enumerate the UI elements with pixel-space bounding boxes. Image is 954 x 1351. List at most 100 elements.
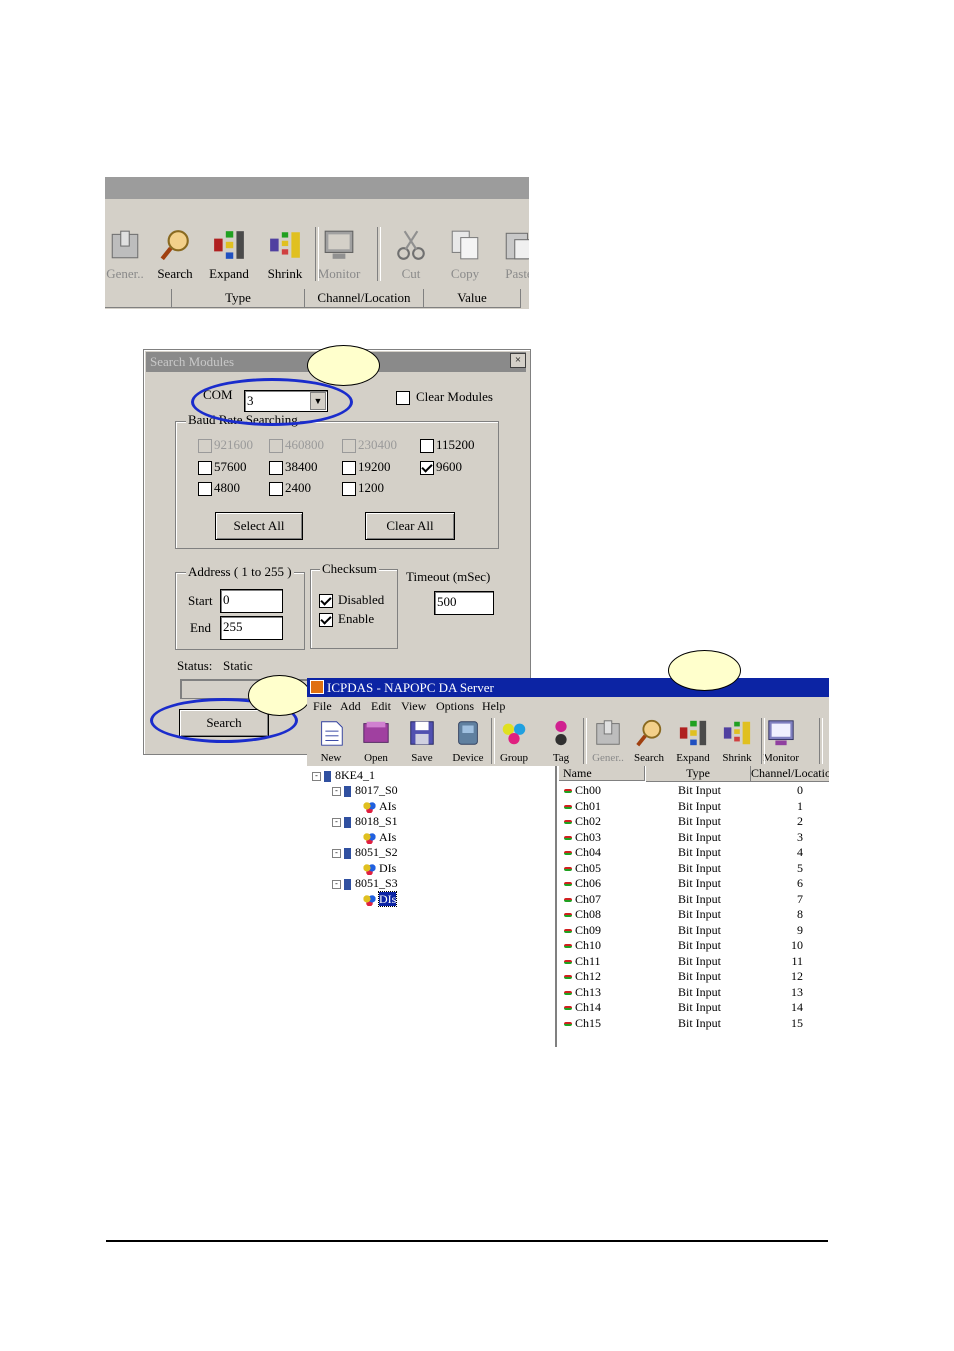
baud-2400-checkbox[interactable] [269, 482, 283, 496]
tree-group-ais[interactable]: AIs [363, 830, 396, 845]
list-row-name[interactable]: Ch12 [564, 969, 601, 985]
open-button[interactable]: Open [354, 717, 398, 764]
baud-rate-label: 38400 [285, 459, 318, 474]
tag-icon [564, 789, 572, 794]
menu-file[interactable]: File [313, 697, 332, 716]
tag-channel: 0 [797, 783, 803, 797]
device-button[interactable]: Device [446, 717, 490, 764]
tree-module-8051_s3[interactable]: - 8051_S3 [332, 876, 398, 891]
close-button[interactable]: × [510, 353, 526, 368]
save-icon [400, 717, 444, 752]
start-label: Start [188, 593, 213, 608]
menu-options[interactable]: Options [436, 697, 474, 716]
tag-icon [564, 835, 572, 840]
search-button[interactable]: Search [627, 717, 671, 764]
baud-115200-checkbox[interactable] [420, 439, 434, 453]
collapse-icon[interactable]: - [312, 771, 321, 781]
toolbar-button-label: Save [411, 752, 433, 764]
collapse-icon[interactable]: - [332, 879, 341, 889]
timeout-input[interactable]: 500 [434, 591, 494, 615]
column-header-type[interactable]: Type [172, 289, 305, 308]
monitor-button[interactable]: Monitor [759, 717, 803, 764]
tree-group-dis[interactable]: DIs [363, 891, 398, 907]
baud-4800-checkbox[interactable] [198, 482, 212, 496]
group-button[interactable]: Group [492, 717, 536, 764]
end-address-input[interactable]: 255 [220, 616, 283, 640]
tag-name: Ch02 [575, 814, 602, 828]
group-icon [363, 801, 376, 813]
menu-add[interactable]: Add [340, 697, 361, 716]
tree-group-ais[interactable]: AIs [363, 799, 396, 814]
tree-module-8017_s0[interactable]: - 8017_S0 [332, 783, 398, 798]
search-toolbar-button[interactable]: Search [149, 228, 201, 282]
paste-toolbar-button[interactable]: Paste [493, 228, 529, 282]
list-row-name[interactable]: Ch04 [564, 845, 601, 861]
clear-modules-checkbox[interactable] [396, 391, 410, 405]
toolbar-separator [377, 227, 381, 281]
tag-channel: 7 [797, 891, 803, 906]
list-header-type[interactable]: Type [646, 766, 751, 782]
list-row-name[interactable]: Ch05 [564, 861, 601, 877]
clear-all-button[interactable]: Clear All [365, 512, 455, 540]
list-header-channel[interactable]: Channel/Locatio [751, 766, 829, 782]
menu-help[interactable]: Help [482, 697, 505, 716]
checksum-enable-checkbox[interactable] [319, 613, 333, 627]
tag-button[interactable]: Tag [539, 717, 583, 764]
tree-module-8018_s1[interactable]: - 8018_S1 [332, 814, 398, 829]
gener-button[interactable]: Gener.. [586, 717, 630, 764]
toolbar-button-label: Gener.. [106, 266, 144, 281]
collapse-icon[interactable]: - [332, 848, 341, 858]
column-header-channel[interactable]: Channel/Location [305, 289, 424, 308]
checksum-disabled-checkbox[interactable] [319, 594, 333, 608]
new-button[interactable]: New [309, 717, 353, 764]
baud-38400-checkbox[interactable] [269, 461, 283, 475]
list-row-name[interactable]: Ch10 [564, 938, 601, 954]
column-header-value[interactable]: Value [424, 289, 521, 308]
list-row-name[interactable]: Ch02 [564, 814, 601, 830]
checksum-enable-label: Enable [338, 611, 375, 626]
list-row-name[interactable]: Ch06 [564, 876, 601, 892]
list-row-name[interactable]: Ch13 [564, 985, 601, 1001]
baud-rate-label: 921600 [214, 437, 253, 452]
toolbar-button-label: Copy [450, 266, 480, 281]
list-row-name[interactable]: Ch03 [564, 830, 601, 846]
list-row-name[interactable]: Ch15 [564, 1016, 601, 1032]
expand-button[interactable]: Expand [671, 717, 715, 764]
list-row-name[interactable]: Ch09 [564, 923, 601, 939]
device-icon [344, 878, 351, 890]
column-header-name[interactable] [105, 289, 172, 308]
tree-root[interactable]: - 8KE4_1 [312, 768, 375, 783]
tree-module-8051_s2[interactable]: - 8051_S2 [332, 845, 398, 860]
list-row-name[interactable]: Ch00 [564, 783, 601, 799]
copy-toolbar-button[interactable]: Copy [439, 228, 491, 282]
tag-type: Bit Input [678, 845, 722, 859]
save-button[interactable]: Save [400, 717, 444, 764]
baud-1200-checkbox[interactable] [342, 482, 356, 496]
start-address-input[interactable]: 0 [220, 589, 283, 613]
menu-edit[interactable]: Edit [371, 697, 391, 716]
list-row-name[interactable]: Ch07 [564, 892, 601, 908]
monitor-toolbar-button[interactable]: Monitor [313, 228, 365, 282]
collapse-icon[interactable]: - [332, 817, 341, 827]
baud-9600-checkbox[interactable] [420, 461, 434, 475]
list-row-name[interactable]: Ch08 [564, 907, 601, 923]
tree-group-dis[interactable]: DIs [363, 861, 396, 876]
tag-channel: 13 [791, 984, 803, 999]
menu-view[interactable]: View [401, 697, 426, 716]
select-all-button[interactable]: Select All [215, 512, 303, 540]
app-icon [310, 680, 324, 694]
collapse-icon[interactable]: - [332, 786, 341, 796]
tree-node-label: 8051_S2 [355, 845, 398, 859]
tag-type: Bit Input [678, 1015, 722, 1030]
shrink-button[interactable]: Shrink [715, 717, 759, 764]
expand-toolbar-button[interactable]: Expand [203, 228, 255, 282]
cut-toolbar-button[interactable]: Cut [385, 228, 437, 282]
shrink-toolbar-button[interactable]: Shrink [259, 228, 311, 282]
gener-toolbar-button[interactable]: Gener.. [105, 228, 151, 282]
list-row-name[interactable]: Ch01 [564, 799, 601, 815]
list-header-name[interactable]: Name [559, 766, 645, 781]
baud-57600-checkbox[interactable] [198, 461, 212, 475]
baud-19200-checkbox[interactable] [342, 461, 356, 475]
list-row-name[interactable]: Ch14 [564, 1000, 601, 1016]
list-row-name[interactable]: Ch11 [564, 954, 601, 970]
